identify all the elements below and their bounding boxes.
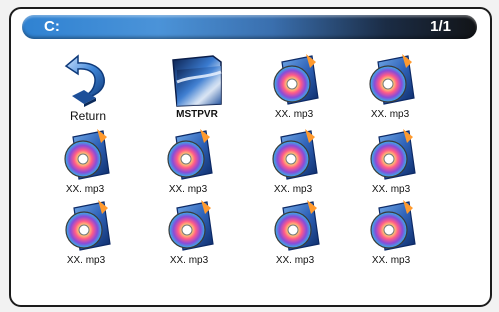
file-label: XX. mp3 (370, 109, 410, 120)
file-label: XX. mp3 (274, 109, 314, 120)
file-label: XX. mp3 (371, 255, 411, 266)
music-disc-icon (167, 129, 213, 180)
music-disc-icon (273, 54, 319, 105)
file-label: MSTPVR (176, 109, 218, 120)
music-disc-icon (274, 200, 320, 251)
file-label: Return (69, 109, 107, 123)
file-grid: Return MSTPVR XX. mp3 XX. mp3 XX. mp3 XX… (0, 0, 499, 312)
file-label: XX. mp3 (371, 184, 411, 195)
file-item-mp3[interactable]: XX. mp3 (144, 198, 234, 266)
file-label: XX. mp3 (273, 184, 313, 195)
file-item-mp3[interactable]: XX. mp3 (248, 127, 338, 195)
file-label: XX. mp3 (65, 184, 105, 195)
file-item-mp3[interactable]: XX. mp3 (40, 127, 130, 195)
music-disc-icon (64, 129, 110, 180)
file-item-mp3[interactable]: XX. mp3 (345, 52, 435, 120)
file-item-mp3[interactable]: XX. mp3 (249, 52, 339, 120)
music-disc-icon (272, 129, 318, 180)
file-label: XX. mp3 (168, 184, 208, 195)
return-arrow-icon (64, 54, 105, 107)
music-disc-icon (65, 200, 111, 251)
music-disc-icon (370, 200, 416, 251)
folder-icon (172, 55, 222, 107)
music-disc-icon (370, 129, 416, 180)
music-disc-icon (369, 54, 415, 105)
file-item-folder[interactable]: MSTPVR (152, 52, 242, 120)
file-item-mp3[interactable]: XX. mp3 (250, 198, 340, 266)
file-item-mp3[interactable]: XX. mp3 (346, 127, 436, 195)
file-item-mp3[interactable]: XX. mp3 (143, 127, 233, 195)
file-item-mp3[interactable]: XX. mp3 (41, 198, 131, 266)
file-label: XX. mp3 (66, 255, 106, 266)
file-item-mp3[interactable]: XX. mp3 (346, 198, 436, 266)
music-disc-icon (168, 200, 214, 251)
file-item-return[interactable]: Return (43, 52, 133, 123)
file-label: XX. mp3 (169, 255, 209, 266)
file-label: XX. mp3 (275, 255, 315, 266)
